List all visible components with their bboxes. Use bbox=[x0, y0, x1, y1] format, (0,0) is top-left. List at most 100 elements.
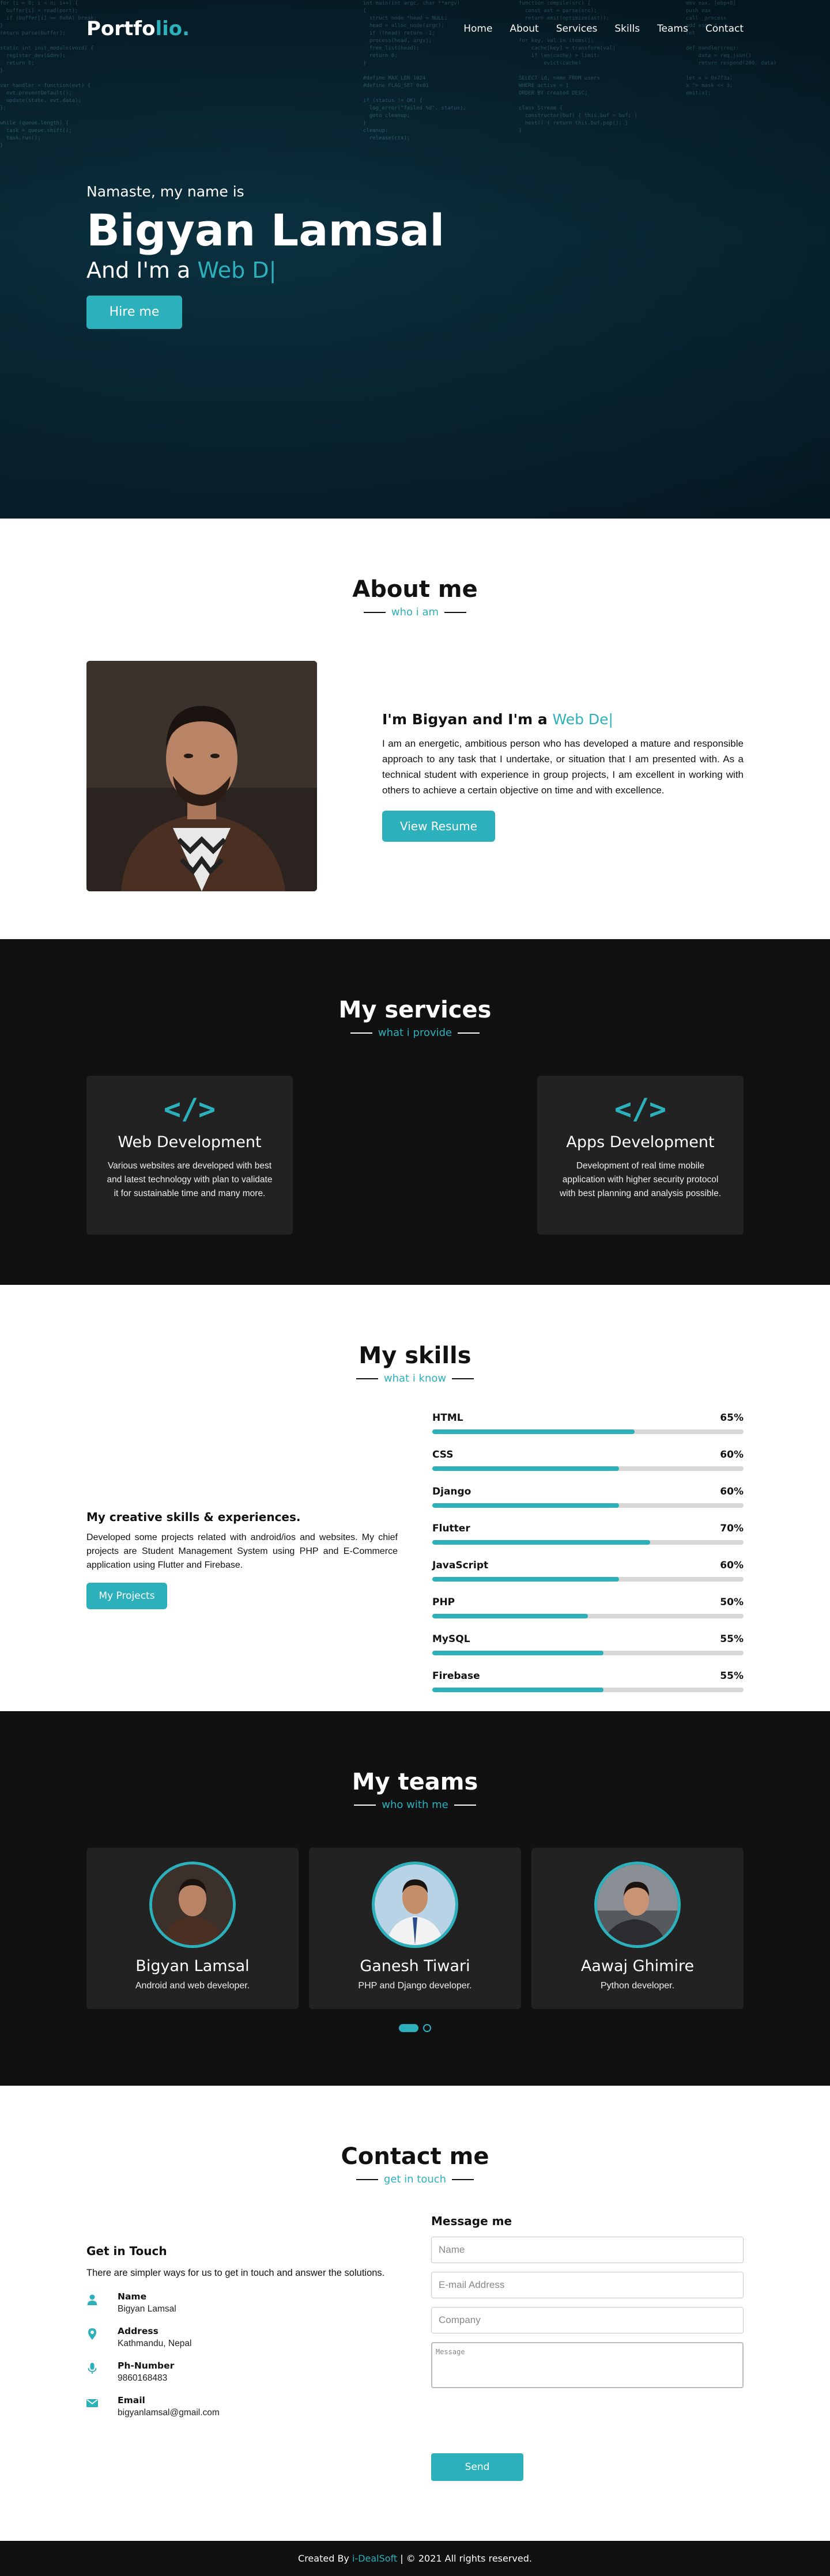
team-card: Bigyan Lamsal Android and web developer. bbox=[86, 1848, 299, 2009]
nav-item-services[interactable]: Services bbox=[556, 23, 598, 35]
about-section: About me who i am I'm Bigyan and I'm a W… bbox=[0, 519, 830, 939]
carousel-dot[interactable] bbox=[423, 2024, 431, 2032]
about-title: About me bbox=[352, 576, 478, 603]
avatar bbox=[149, 1862, 236, 1948]
info-value: bigyanlamsal@gmail.com bbox=[118, 2408, 220, 2418]
nav-item-contact[interactable]: Contact bbox=[705, 23, 744, 35]
team-member-role: Android and web developer. bbox=[135, 1981, 250, 1991]
skill-bar-track bbox=[432, 1503, 744, 1508]
skill-bar-track bbox=[432, 1429, 744, 1434]
person-icon bbox=[87, 2294, 97, 2305]
skill-bar-header: Flutter 70% bbox=[432, 1523, 744, 1534]
skill-name: MySQL bbox=[432, 1633, 470, 1645]
skill-bar: HTML 65% bbox=[432, 1412, 744, 1434]
hire-me-button[interactable]: Hire me bbox=[86, 296, 182, 329]
skill-percent: 60% bbox=[720, 1449, 744, 1461]
skill-bar: Flutter 70% bbox=[432, 1523, 744, 1545]
logo[interactable]: Portfolio. bbox=[86, 17, 190, 40]
team-card: Ganesh Tiwari PHP and Django developer. bbox=[309, 1848, 521, 2009]
logo-accent: lio. bbox=[155, 17, 190, 40]
skill-bar-header: HTML 65% bbox=[432, 1412, 744, 1424]
contact-section: Contact me get in touch Get in Touch The… bbox=[0, 2086, 830, 2541]
footer-brand-link[interactable]: i-DealSoft bbox=[352, 2553, 397, 2564]
carousel-dot-active[interactable] bbox=[399, 2024, 418, 2032]
skill-percent: 50% bbox=[720, 1597, 744, 1608]
skill-bar-header: CSS 60% bbox=[432, 1449, 744, 1461]
name-input[interactable] bbox=[431, 2237, 744, 2263]
nav-item-skills[interactable]: Skills bbox=[614, 23, 640, 35]
skills-subtitle: what i know bbox=[0, 1372, 830, 1385]
teams-section: My teams who with me Bigyan Lamsal Andro… bbox=[0, 1711, 830, 2086]
about-text: I'm Bigyan and I'm a Web De| I am an ene… bbox=[382, 711, 744, 842]
message-textarea[interactable] bbox=[431, 2342, 744, 2388]
about-content: I'm Bigyan and I'm a Web De| I am an ene… bbox=[86, 661, 744, 891]
contact-info: Get in Touch There are simpler ways for … bbox=[86, 2208, 399, 2481]
about-heading-prefix: I'm Bigyan and I'm a bbox=[382, 710, 548, 728]
info-label: Email bbox=[118, 2395, 145, 2405]
code-icon: </> bbox=[614, 1092, 667, 1126]
skill-bar: CSS 60% bbox=[432, 1449, 744, 1471]
skills-heading: My creative skills & experiences. bbox=[86, 1510, 301, 1524]
skill-percent: 65% bbox=[720, 1412, 744, 1424]
hero-greeting: Namaste, my name is bbox=[86, 183, 244, 200]
skill-name: JavaScript bbox=[432, 1560, 489, 1571]
about-heading-typed: Web De| bbox=[552, 710, 613, 728]
skill-bar: Firebase 55% bbox=[432, 1670, 744, 1692]
hero-content: Namaste, my name is Bigyan Lamsal And I'… bbox=[86, 183, 444, 329]
avatar bbox=[594, 1862, 681, 1948]
skill-name: Django bbox=[432, 1486, 471, 1497]
skill-bar-fill bbox=[432, 1466, 619, 1471]
carousel-dots bbox=[0, 2024, 830, 2032]
subtitle-line-right bbox=[452, 2178, 474, 2180]
my-projects-button[interactable]: My Projects bbox=[86, 1583, 167, 1609]
teams-title: My teams bbox=[352, 1769, 478, 1795]
location-pin-icon bbox=[88, 2328, 96, 2340]
get-in-touch-heading: Get in Touch bbox=[86, 2244, 167, 2258]
subtitle-line-right bbox=[452, 1378, 474, 1379]
skill-bar-track bbox=[432, 1466, 744, 1471]
view-resume-button[interactable]: View Resume bbox=[382, 810, 495, 842]
skill-bar-header: PHP 50% bbox=[432, 1597, 744, 1608]
contact-info-name: Name Bigyan Lamsal bbox=[86, 2291, 399, 2314]
skill-bar-fill bbox=[432, 1651, 603, 1655]
services-cards: </> Web Development Various websites are… bbox=[86, 1076, 744, 1235]
hero-role-prefix: And I'm a bbox=[86, 258, 191, 283]
skills-description: My creative skills & experiences. Develo… bbox=[86, 1510, 398, 1609]
skill-percent: 60% bbox=[720, 1560, 744, 1571]
team-member-role: PHP and Django developer. bbox=[358, 1981, 472, 1991]
skill-bar-fill bbox=[432, 1429, 635, 1434]
teams-subtitle-text: who with me bbox=[382, 1799, 448, 1811]
skill-name: Flutter bbox=[432, 1523, 470, 1534]
skill-bar-fill bbox=[432, 1577, 619, 1582]
nav-item-teams[interactable]: Teams bbox=[657, 23, 688, 35]
send-button[interactable]: Send bbox=[431, 2453, 523, 2481]
skill-bar: JavaScript 60% bbox=[432, 1560, 744, 1582]
info-value: 9860168483 bbox=[118, 2373, 168, 2383]
service-title: Apps Development bbox=[566, 1133, 715, 1151]
contact-info-phone: Ph-Number 9860168483 bbox=[86, 2361, 399, 2384]
microphone-icon bbox=[88, 2363, 97, 2374]
subtitle-line-left bbox=[354, 1804, 376, 1806]
contact-form: Message me Send bbox=[431, 2208, 744, 2481]
message-me-heading: Message me bbox=[431, 2214, 512, 2228]
contact-info-address: Address Kathmandu, Nepal bbox=[86, 2326, 399, 2349]
skill-percent: 60% bbox=[720, 1486, 744, 1497]
skill-bar-track bbox=[432, 1651, 744, 1655]
nav-item-home[interactable]: Home bbox=[463, 23, 492, 35]
services-subtitle: what i provide bbox=[0, 1027, 830, 1039]
subtitle-line-right bbox=[458, 1032, 480, 1034]
service-title: Web Development bbox=[118, 1133, 262, 1151]
skill-bar-header: Django 60% bbox=[432, 1486, 744, 1497]
company-input[interactable] bbox=[431, 2307, 744, 2333]
nav-item-about[interactable]: About bbox=[510, 23, 538, 35]
service-text: Various websites are developed with best… bbox=[107, 1161, 273, 1198]
contact-info-email: Email bigyanlamsal@gmail.com bbox=[86, 2395, 399, 2418]
hero-role-typed: Web D| bbox=[197, 258, 277, 283]
info-label: Address bbox=[118, 2326, 159, 2336]
code-icon: </> bbox=[163, 1092, 216, 1126]
skill-percent: 55% bbox=[720, 1670, 744, 1682]
about-subtitle-text: who i am bbox=[391, 606, 439, 618]
subtitle-line-right bbox=[444, 611, 467, 613]
email-input[interactable] bbox=[431, 2272, 744, 2298]
skills-paragraph: Developed some projects related with and… bbox=[86, 1533, 398, 1570]
